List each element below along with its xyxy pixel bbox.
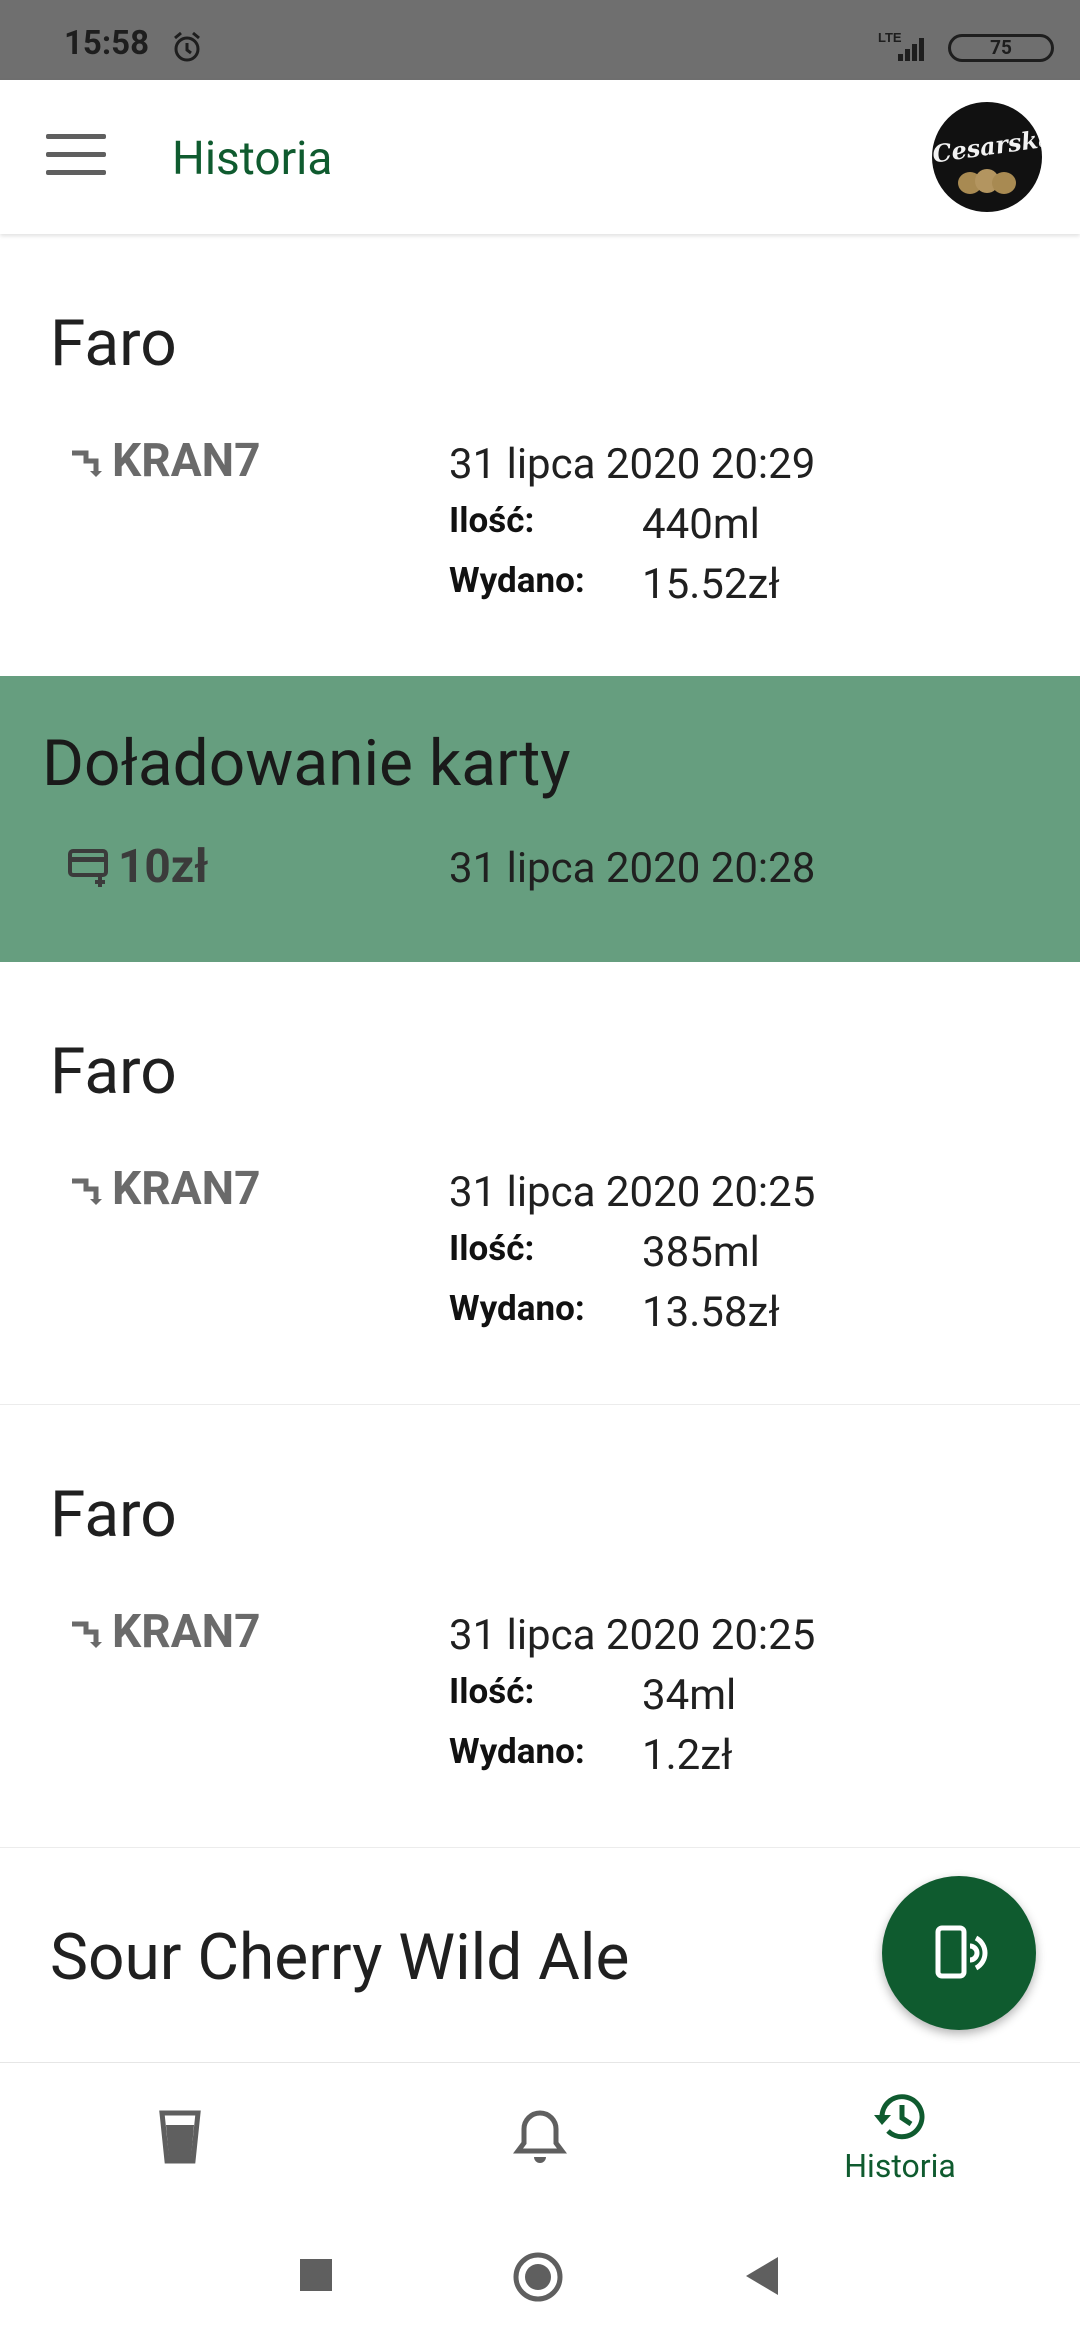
spent-label: Wydano: — [449, 1288, 585, 1329]
history-entry[interactable]: Faro KRAN7 31 lipca 2020 20:29 Ilość: 44… — [0, 234, 1080, 676]
beer-name: Sour Cherry Wild Ale — [50, 1920, 630, 1995]
signal-icon: LTE — [876, 28, 936, 68]
spent-value: 15.52zł — [642, 560, 780, 609]
logo-text: Cesarska — [932, 122, 1042, 169]
beer-name: Faro — [50, 1477, 177, 1552]
entry-date: 31 lipca 2020 20:29 — [449, 440, 816, 489]
topup-title: Doładowanie karty — [42, 726, 571, 801]
beer-name: Faro — [50, 1034, 177, 1109]
beer-name: Faro — [50, 306, 177, 381]
card-add-icon — [68, 849, 108, 887]
quantity-value: 385ml — [642, 1228, 760, 1277]
topup-entry[interactable]: Doładowanie karty 10zł 31 lipca 2020 20:… — [0, 676, 1080, 962]
spent-label: Wydano: — [449, 560, 585, 601]
network-type: LTE — [878, 30, 902, 45]
glass-icon — [159, 2110, 201, 2164]
alarm-icon — [170, 30, 204, 68]
quantity-label: Ilość: — [449, 1228, 535, 1269]
brand-logo[interactable]: Cesarska — [932, 102, 1042, 212]
quantity-label: Ilość: — [449, 1671, 535, 1712]
tap-icon — [72, 1621, 102, 1648]
history-entry[interactable]: Faro KRAN7 31 lipca 2020 20:25 Ilość: 38… — [0, 962, 1080, 1404]
spent-value: 1.2zł — [642, 1731, 733, 1780]
bottom-navigation: Historia — [0, 2062, 1080, 2211]
quantity-value: 34ml — [642, 1671, 737, 1720]
status-time: 15:58 — [64, 24, 150, 63]
nav-notifications[interactable] — [360, 2063, 720, 2211]
home-icon[interactable] — [512, 2251, 564, 2303]
bell-icon — [513, 2110, 567, 2163]
hamburger-menu-icon[interactable] — [46, 134, 106, 176]
history-icon — [874, 2094, 925, 2140]
system-navigation-bar — [0, 2210, 1080, 2341]
nav-beers[interactable] — [0, 2063, 360, 2211]
tap-label: KRAN7 — [66, 1605, 260, 1659]
spent-label: Wydano: — [449, 1731, 585, 1772]
topup-amount: 10zł — [66, 840, 208, 894]
recents-icon[interactable] — [298, 2257, 334, 2293]
phone-nfc-icon — [935, 1925, 988, 1979]
tap-label: KRAN7 — [66, 434, 260, 488]
status-bar: 15:58 LTE 75 — [0, 0, 1080, 80]
quantity-label: Ilość: — [449, 500, 535, 541]
quantity-value: 440ml — [642, 500, 760, 549]
nav-history[interactable]: Historia — [720, 2063, 1080, 2211]
app-bar: Historia Cesarska — [0, 80, 1080, 234]
nav-history-label: Historia — [844, 2147, 956, 2185]
tap-icon — [72, 1178, 102, 1205]
entry-date: 31 lipca 2020 20:25 — [449, 1611, 816, 1660]
back-icon[interactable] — [742, 2255, 782, 2297]
history-entry[interactable]: Faro KRAN7 31 lipca 2020 20:25 Ilość: 34… — [0, 1405, 1080, 1847]
tap-icon — [72, 450, 102, 477]
nfc-pay-button[interactable] — [882, 1876, 1036, 2030]
page-title: Historia — [172, 132, 333, 186]
battery-indicator: 75 — [948, 34, 1054, 62]
topup-date: 31 lipca 2020 20:28 — [449, 844, 816, 893]
entry-date: 31 lipca 2020 20:25 — [449, 1168, 816, 1217]
tap-label: KRAN7 — [66, 1162, 260, 1216]
spent-value: 13.58zł — [642, 1288, 780, 1337]
